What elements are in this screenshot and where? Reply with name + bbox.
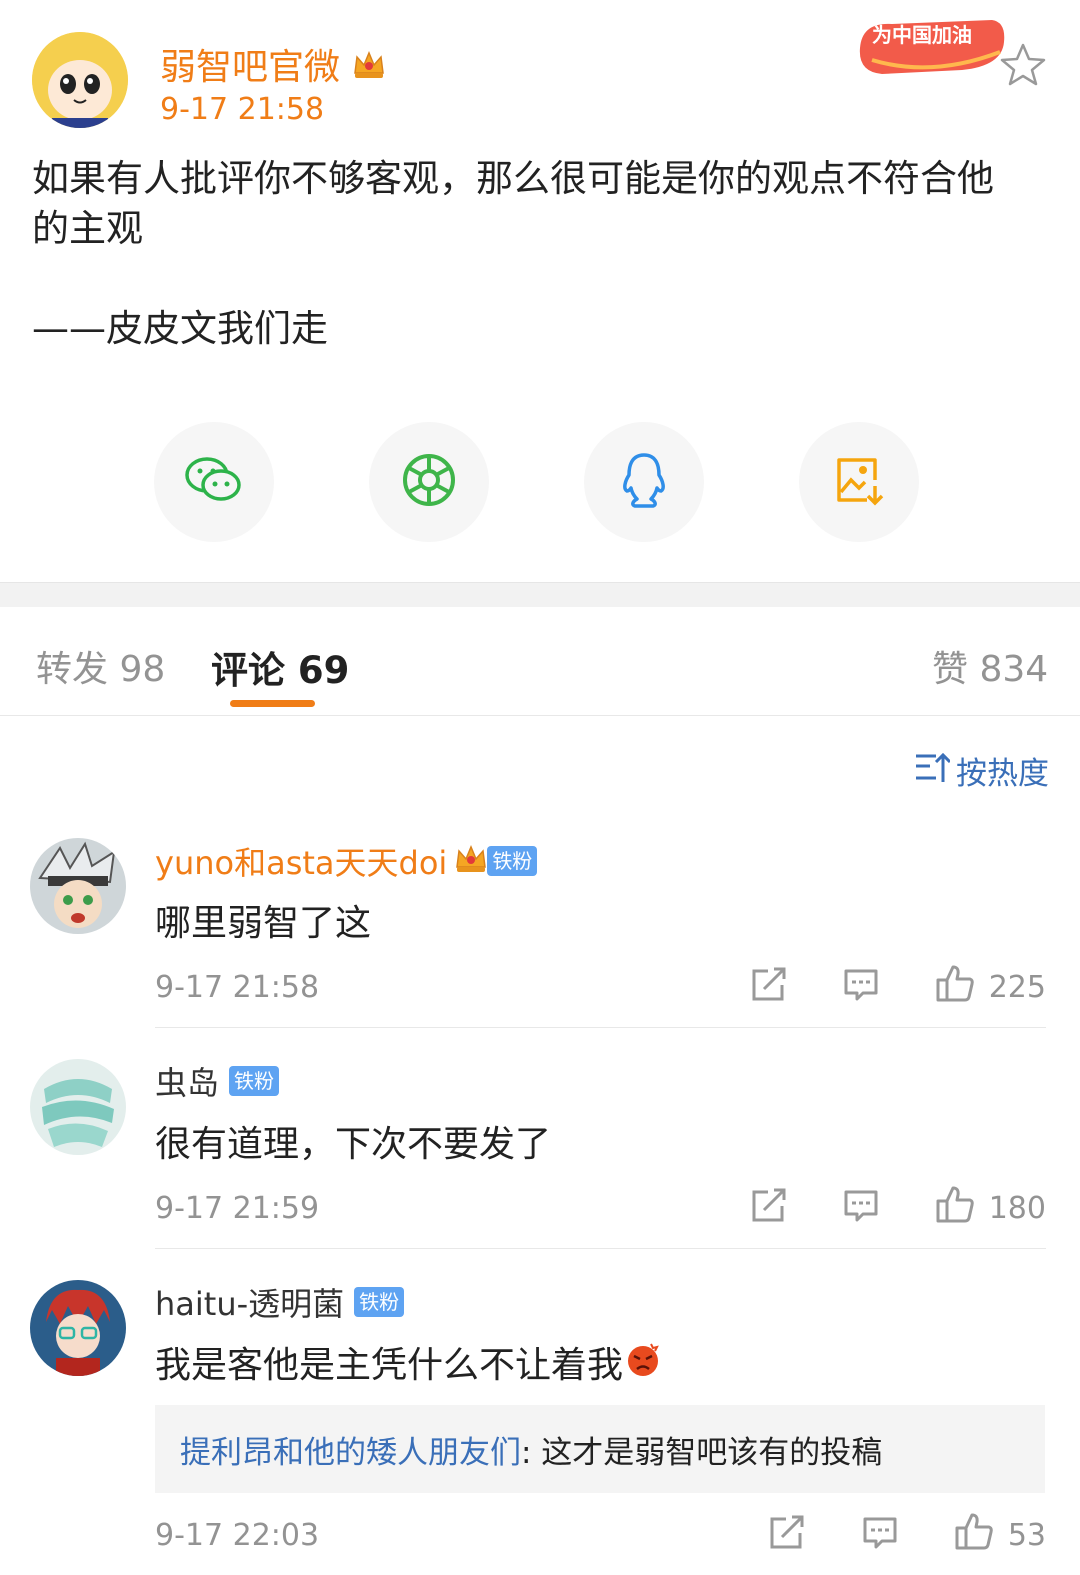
commenter-name[interactable]: 虫岛 <box>155 1058 219 1104</box>
favorite-star-icon[interactable] <box>1000 42 1046 90</box>
tabs-divider <box>0 715 1080 716</box>
repost-icon[interactable] <box>750 1188 788 1228</box>
like-button[interactable]: 53 <box>954 1512 1046 1558</box>
comment-actions: 225 <box>750 964 1046 1010</box>
comment-avatar[interactable] <box>30 1280 126 1376</box>
comment-divider <box>155 1248 1046 1249</box>
comment-divider <box>155 1027 1046 1028</box>
comment-avatar[interactable] <box>30 1059 126 1155</box>
wechat-icon <box>183 453 245 511</box>
tab-active-indicator <box>230 700 315 707</box>
comment-header: haitu-透明菌 铁粉 <box>155 1279 405 1325</box>
post-signature: ——皮皮文我们走 <box>32 307 328 350</box>
qq-icon <box>619 451 669 513</box>
reply-username[interactable]: 提利昂和他的矮人朋友们 <box>180 1427 521 1472</box>
comment-actions: 53 <box>768 1512 1046 1558</box>
vip-crown-icon <box>453 841 489 881</box>
comment-header: yuno和asta天天doi 铁粉 <box>155 838 538 884</box>
reply-preview[interactable]: 提利昂和他的矮人朋友们 : 这才是弱智吧该有的投稿 <box>155 1405 1045 1493</box>
repost-icon[interactable] <box>768 1515 806 1555</box>
section-separator <box>0 582 1080 607</box>
sort-label: 按热度 <box>956 756 1049 792</box>
comment-text-row: 我是客他是主凭什么不让着我 <box>155 1336 661 1388</box>
tab-repost[interactable]: 转发 98 <box>36 640 165 692</box>
reply-text: : 这才是弱智吧该有的投稿 <box>521 1434 883 1471</box>
post-time: 9-17 21:58 <box>160 92 325 127</box>
angry-emoji-icon <box>625 1342 661 1382</box>
like-count: 225 <box>988 969 1046 1005</box>
cheer-banner[interactable]: 为中国加油 <box>852 8 1008 80</box>
reply-icon[interactable] <box>843 1188 879 1228</box>
author-avatar[interactable] <box>32 32 128 128</box>
like-button[interactable]: 180 <box>935 1185 1046 1231</box>
comment-text: 哪里弱智了这 <box>155 903 372 944</box>
commenter-name[interactable]: yuno和asta天天doi <box>155 838 447 884</box>
author-name-text: 弱智吧官微 <box>160 47 341 88</box>
fan-badge: 铁粉 <box>487 846 538 876</box>
comment-time: 9-17 22:03 <box>155 1518 320 1553</box>
moments-icon <box>401 452 457 512</box>
save-image-icon <box>833 454 885 510</box>
like-count: 180 <box>988 1190 1046 1226</box>
fan-badge: 铁粉 <box>354 1287 405 1317</box>
tab-likes[interactable]: 赞 834 <box>932 640 1048 692</box>
fan-badge: 铁粉 <box>229 1066 280 1096</box>
post-text-line: 的主观 <box>32 207 143 250</box>
comment-avatar[interactable] <box>30 838 126 934</box>
post-body: 如果有人批评你不够客观，那么很可能是你的观点不符合他 的主观 ——皮皮文我们走 <box>32 154 1042 354</box>
thumb-up-icon <box>935 1185 975 1231</box>
commenter-name[interactable]: haitu-透明菌 <box>155 1279 344 1325</box>
vip-crown-icon <box>351 47 387 92</box>
share-qq-button[interactable] <box>584 422 704 542</box>
comment-time: 9-17 21:59 <box>155 1191 320 1226</box>
comment-time: 9-17 21:58 <box>155 970 320 1005</box>
repost-icon[interactable] <box>750 967 788 1007</box>
sort-icon <box>914 750 952 792</box>
like-button[interactable]: 225 <box>935 964 1046 1010</box>
comment-text: 我是客他是主凭什么不让着我 <box>155 1345 624 1386</box>
comment-header: 虫岛 铁粉 <box>155 1058 280 1104</box>
save-image-button[interactable] <box>799 422 919 542</box>
thumb-up-icon <box>954 1512 994 1558</box>
sort-button[interactable]: 按热度 <box>914 748 1049 793</box>
banner-text: 为中国加油 <box>872 23 972 47</box>
comment-text: 很有道理，下次不要发了 <box>155 1124 552 1165</box>
share-wechat-button[interactable] <box>154 422 274 542</box>
thumb-up-icon <box>935 964 975 1010</box>
share-moments-button[interactable] <box>369 422 489 542</box>
post-text-line: 如果有人批评你不够客观，那么很可能是你的观点不符合他 <box>32 157 994 200</box>
author-name[interactable]: 弱智吧官微 <box>160 38 387 92</box>
like-count: 53 <box>1007 1517 1046 1553</box>
comment-actions: 180 <box>750 1185 1046 1231</box>
reply-icon[interactable] <box>843 967 879 1007</box>
reply-icon[interactable] <box>862 1515 898 1555</box>
tab-comments[interactable]: 评论 69 <box>211 640 349 694</box>
